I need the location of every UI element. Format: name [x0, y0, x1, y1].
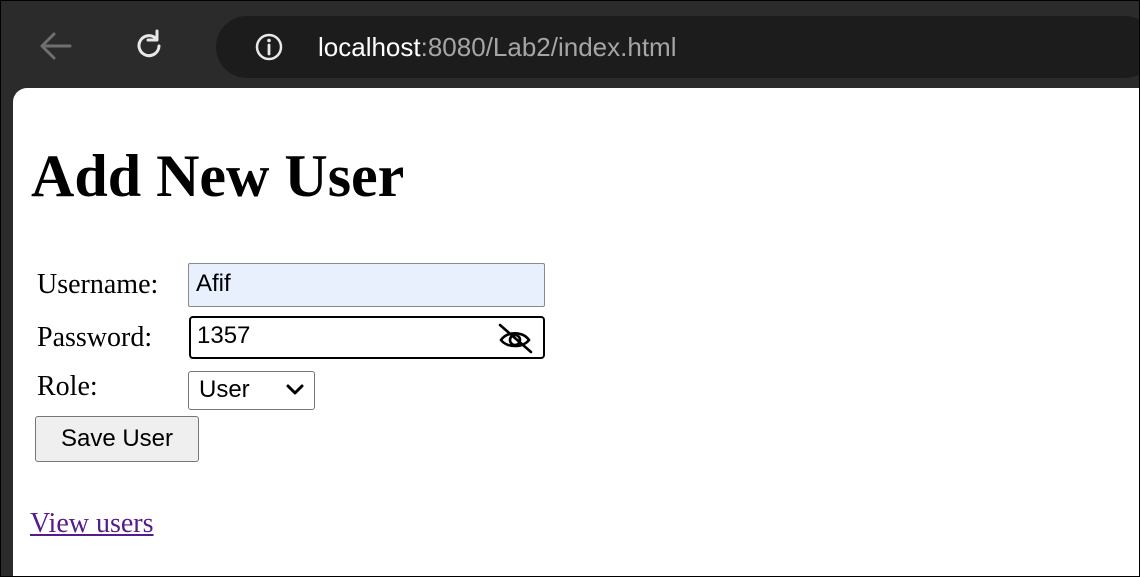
reload-button[interactable]: [124, 21, 174, 71]
username-input[interactable]: Afif: [188, 263, 545, 307]
back-button[interactable]: [31, 21, 81, 71]
url-path: :8080/Lab2/index.html: [420, 32, 677, 62]
browser-window: localhost:8080/Lab2/index.html Add New U…: [0, 0, 1140, 577]
eye-slash-icon[interactable]: [495, 322, 535, 354]
save-user-button[interactable]: Save User: [35, 416, 199, 462]
browser-toolbar: localhost:8080/Lab2/index.html: [1, 1, 1139, 93]
page-viewport: Add New User Username: Afif Password: 13…: [13, 88, 1139, 576]
view-users-link[interactable]: View users: [30, 507, 154, 541]
reload-icon: [137, 29, 161, 58]
chevron-down-icon: [286, 384, 304, 395]
role-select[interactable]: User: [188, 371, 315, 410]
username-label: Username:: [37, 269, 159, 300]
role-label: Role:: [37, 371, 98, 402]
back-arrow-icon: [40, 32, 72, 60]
url-host: localhost: [318, 32, 421, 62]
address-bar[interactable]: localhost:8080/Lab2/index.html: [216, 16, 1139, 78]
url-text[interactable]: localhost:8080/Lab2/index.html: [318, 30, 676, 64]
page-title: Add New User: [31, 143, 405, 209]
password-label: Password:: [37, 322, 153, 353]
password-value: 1357: [197, 322, 251, 349]
info-icon[interactable]: [254, 32, 284, 62]
role-selected-value: User: [199, 376, 250, 403]
password-input[interactable]: 1357: [189, 316, 545, 359]
